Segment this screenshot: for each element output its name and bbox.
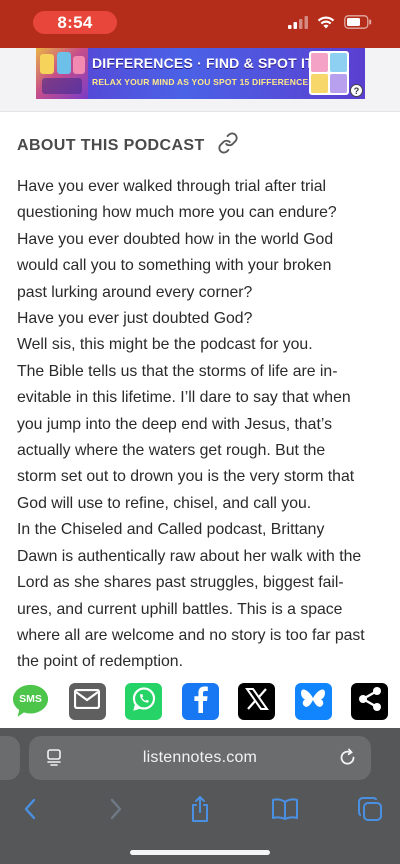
description-line: Have you ever just doubted God?	[17, 310, 253, 328]
description-line: storm set out to drown you is the very s…	[17, 468, 355, 486]
description-line: Have you ever walked through trial after…	[17, 178, 327, 195]
description-line: Lord as she shares past struggles, bigge…	[17, 574, 344, 592]
ad-title: DIFFERENCES · FIND & SPOT IT	[92, 55, 314, 71]
description-line: evitable in this lifetime. I’ll dare to …	[17, 389, 351, 407]
forward-icon[interactable]	[101, 794, 131, 824]
description-line: would call you to something with your br…	[17, 257, 332, 275]
description-line: God will use to refine, chisel, and call…	[17, 494, 312, 512]
whatsapp-icon	[131, 686, 157, 717]
ad-help-button[interactable]: ?	[350, 84, 363, 97]
status-bar: 8:54	[0, 0, 400, 48]
home-indicator	[130, 850, 270, 855]
description-line: Dawn is authentically raw about her walk…	[17, 547, 362, 565]
status-time: 8:54	[33, 11, 117, 34]
facebook-icon	[191, 685, 209, 718]
ad-banner[interactable]: DIFFERENCES · FIND & SPOT IT RELAX YOUR …	[36, 48, 365, 99]
description-line: In the Chiseled and Called podcast, Brit…	[17, 521, 325, 539]
ad-area: DIFFERENCES · FIND & SPOT IT RELAX YOUR …	[0, 48, 400, 112]
description-line: actually where the waters get rough. But…	[17, 442, 326, 460]
description-line: ures, and current uphill battles. This i…	[17, 600, 343, 618]
description-line: the point of redemption.	[17, 653, 183, 671]
about-title: ABOUT THIS PODCAST	[17, 136, 205, 154]
ad-subtitle: RELAX YOUR MIND AS YOU SPOT 15 DIFFERENC…	[92, 77, 318, 87]
previous-tab-preview[interactable]	[0, 736, 20, 780]
sms-label: SMS	[19, 693, 42, 705]
reader-mode-icon[interactable]	[44, 748, 64, 773]
x-share-button[interactable]	[238, 682, 275, 720]
podcast-description: Have you ever walked through trial after…	[17, 174, 389, 676]
email-share-button[interactable]	[68, 682, 106, 720]
address-bar[interactable]: listennotes.com	[29, 736, 371, 780]
description-line: where all are welcome and no story is to…	[17, 626, 365, 644]
signal-icon	[288, 15, 308, 34]
tabs-icon[interactable]	[355, 794, 385, 824]
share-icon[interactable]	[185, 794, 215, 824]
url-text: listennotes.com	[142, 749, 258, 766]
browser-toolbar	[0, 794, 400, 830]
sms-share-button[interactable]: SMS	[12, 683, 49, 720]
wifi-icon	[317, 16, 335, 34]
ad-artwork-left	[36, 48, 88, 99]
x-logo-icon	[244, 687, 269, 716]
description-line: Well sis, this might be the podcast for …	[17, 336, 313, 354]
whatsapp-share-button[interactable]	[125, 682, 162, 720]
reload-icon[interactable]	[338, 748, 358, 773]
description-line: past lurking around every corner?	[17, 283, 253, 301]
back-icon[interactable]	[15, 794, 45, 824]
share-row: SMS	[12, 682, 388, 720]
status-icons	[288, 15, 372, 34]
share-nodes-icon	[358, 686, 382, 717]
butterfly-icon	[300, 687, 326, 716]
bluesky-share-button[interactable]	[294, 682, 332, 720]
about-section-header: ABOUT THIS PODCAST	[17, 132, 239, 159]
battery-icon	[344, 15, 372, 34]
description-line: you jump into the deep end with Jesus, t…	[17, 415, 332, 433]
browser-chrome: listennotes.com	[0, 728, 400, 864]
more-share-button[interactable]	[351, 682, 388, 720]
ad-artwork-right	[309, 51, 349, 95]
bookmarks-icon[interactable]	[270, 794, 300, 824]
description-line: questioning how much more you can endure…	[17, 204, 337, 222]
envelope-icon	[73, 688, 101, 714]
description-line: The Bible tells us that the storms of li…	[17, 362, 338, 380]
link-icon[interactable]	[217, 132, 239, 159]
description-line: Have you ever doubted how in the world G…	[17, 230, 334, 248]
facebook-share-button[interactable]	[181, 682, 219, 720]
